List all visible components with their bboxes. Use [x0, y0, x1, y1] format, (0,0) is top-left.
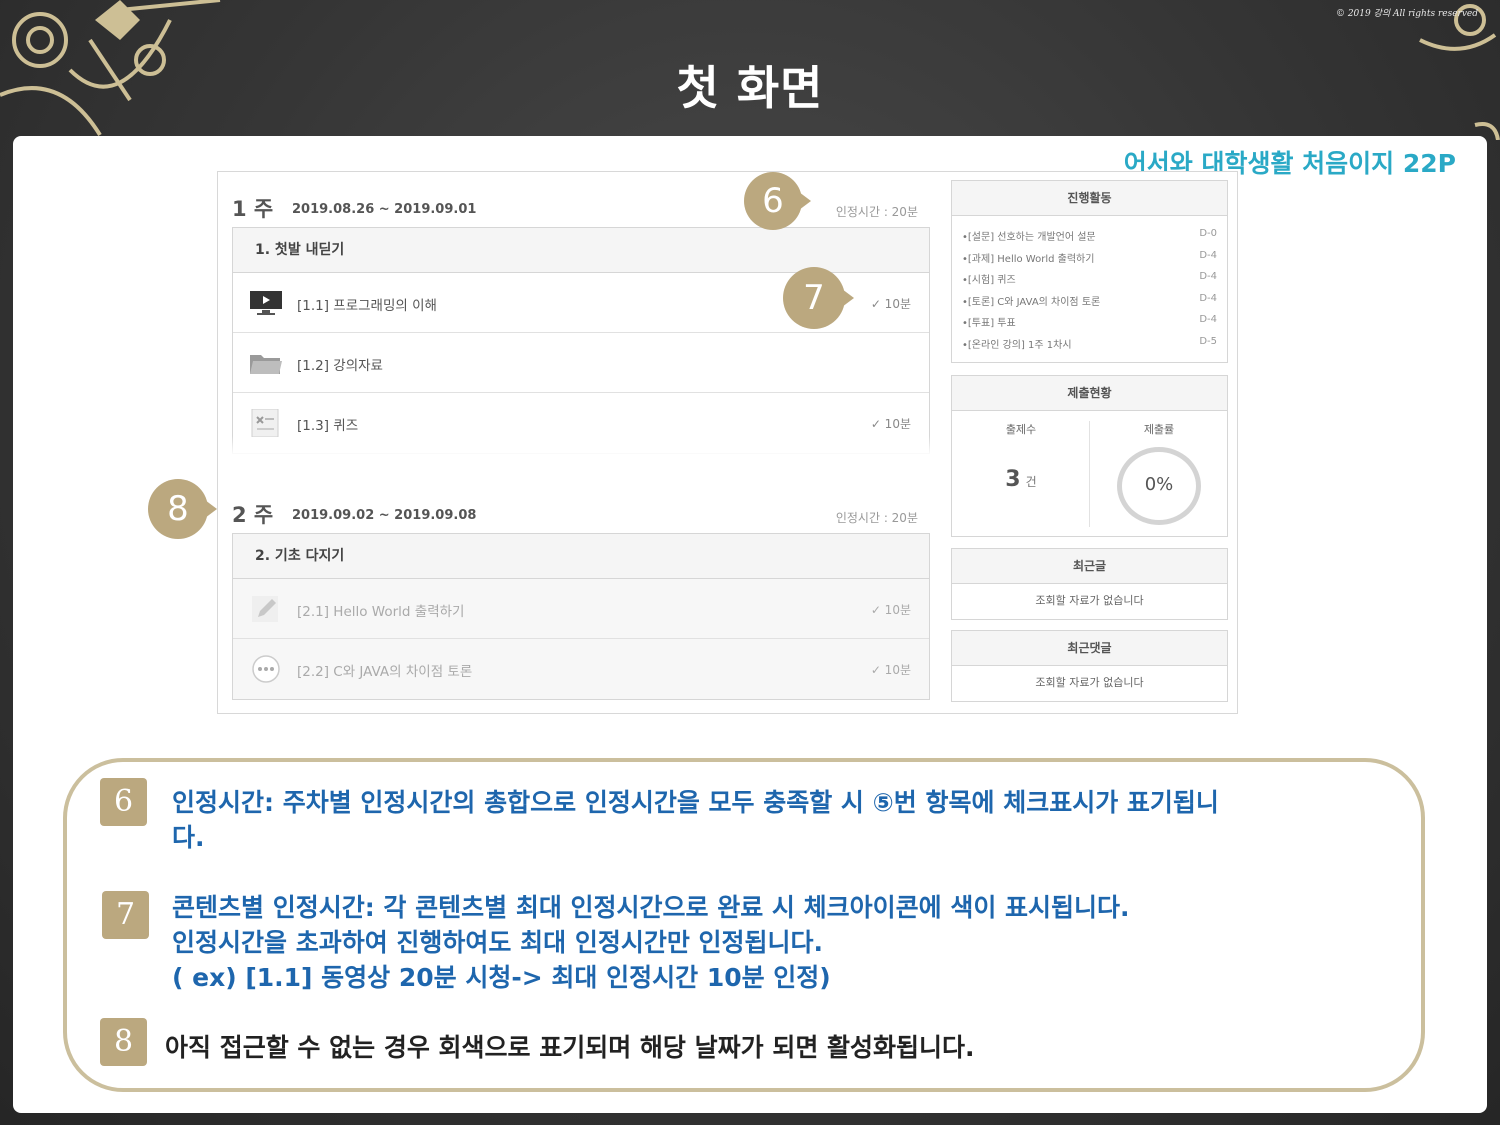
activity-dday: D-5 — [1199, 335, 1217, 347]
submission-title: 제출현황 — [952, 376, 1227, 411]
folder-icon — [250, 355, 282, 374]
activity-text: •[투표] 투표 — [962, 318, 1016, 329]
week-number: 2 주 — [232, 503, 274, 527]
week-1-header: 1 주 2019.08.26 ~ 2019.09.01 인정시간 : 20분 — [232, 193, 932, 227]
discussion-icon — [252, 655, 280, 683]
check-time: ✓ 10분 — [870, 417, 911, 431]
rate-label: 제출률 — [1143, 423, 1175, 436]
week-2-header: 2 주 2019.09.02 ~ 2019.09.08 인정시간 : 20분 — [232, 499, 932, 533]
recent-comments-empty: 조회할 자료가 없습니다 — [1035, 676, 1144, 689]
week-credit-time: 인정시간 : 20분 — [835, 511, 918, 525]
content-label: [1.1] 프로그래밍의 이해 — [297, 298, 437, 314]
week-1-section: 1. 첫발 내딛기 [1.1] 프로그래밍의 이해 ✓ 10분 [1.2] 강의… — [232, 227, 930, 454]
week-dates: 2019.09.02 ~ 2019.09.08 — [292, 508, 477, 523]
monitor-icon — [250, 291, 282, 315]
submission-count-col: 출제수 3 건 — [952, 411, 1090, 536]
recent-comments-title: 최근댓글 — [952, 631, 1227, 666]
content-label: [2.1] Hello World 출력하기 — [297, 604, 465, 620]
activity-text: •[토론] C와 JAVA의 차이점 토론 — [962, 296, 1101, 308]
recent-comments-box: 최근댓글 조회할 자료가 없습니다 — [951, 630, 1228, 702]
count-unit: 건 — [1025, 475, 1037, 489]
content-label: [1.3] 퀴즈 — [297, 418, 359, 434]
activity-dday: D-4 — [1199, 249, 1217, 261]
content-label: [1.2] 강의자료 — [297, 358, 383, 374]
recent-posts-empty: 조회할 자료가 없습니다 — [1035, 594, 1144, 607]
callout-badge-7: 7 — [783, 267, 854, 329]
quiz-icon — [251, 409, 279, 437]
note-number-8: 8 — [100, 1018, 147, 1066]
week-number: 1 주 — [232, 197, 274, 221]
pencil-icon — [252, 596, 278, 622]
recent-posts-box: 최근글 조회할 자료가 없습니다 — [951, 548, 1228, 620]
activity-text: •[온라인 강의] 1주 1차시 — [962, 339, 1072, 351]
content-item-2-1: [2.1] Hello World 출력하기 ✓ 10분 — [233, 579, 929, 639]
note-7-text: 콘텐츠별 인정시간: 각 콘텐츠별 최대 인정시간으로 완료 시 체크아이콘에 … — [172, 893, 1130, 992]
check-time: ✓ 10분 — [870, 297, 911, 311]
activity-text: •[과제] Hello World 출력하기 — [962, 253, 1095, 265]
activity-item[interactable]: •[시험] 퀴즈 D-4 — [962, 267, 1217, 289]
activity-dday: D-4 — [1199, 292, 1217, 304]
activity-item[interactable]: •[토론] C와 JAVA의 차이점 토론 D-4 — [962, 289, 1217, 311]
activity-dday: D-4 — [1199, 314, 1217, 325]
content-label: [2.2] C와 JAVA의 차이점 토론 — [297, 664, 473, 680]
copyright-text: © 2019 강의 All rights reserved — [1335, 9, 1478, 19]
check-time: ✓ 10분 — [870, 603, 911, 617]
activity-text: •[설문] 선호하는 개발언어 설문 — [962, 232, 1096, 243]
note-6-text: 인정시간: 주차별 인정시간의 총합으로 인정시간을 모두 충족할 시 ⑤번 항… — [172, 788, 1219, 852]
activity-box: 진행활동 •[설문] 선호하는 개발언어 설문 D-0 •[과제] Hello W… — [951, 180, 1228, 363]
activity-item[interactable]: •[설문] 선호하는 개발언어 설문 D-0 — [962, 224, 1217, 246]
section-fade — [232, 436, 930, 456]
week-dates: 2019.08.26 ~ 2019.09.01 — [292, 202, 477, 217]
note-8-text: 아직 접근할 수 없는 경우 회색으로 표기되며 해당 날짜가 되면 활성화됩니… — [165, 1033, 975, 1062]
callout-badge-6: 6 — [744, 172, 811, 230]
activity-item[interactable]: •[투표] 투표 D-4 — [962, 310, 1217, 332]
activity-item[interactable]: •[온라인 강의] 1주 1차시 D-5 — [962, 332, 1217, 354]
submission-box: 제출현황 출제수 3 건 제출률 0% — [951, 375, 1228, 537]
activity-dday: D-0 — [1199, 228, 1217, 239]
note-number-6: 6 — [100, 778, 147, 826]
slide-title: 첫 화면 — [676, 61, 824, 115]
note-number-7: 7 — [102, 891, 149, 939]
activity-dday: D-4 — [1199, 271, 1217, 282]
activity-text: •[시험] 퀴즈 — [962, 275, 1016, 286]
activity-item[interactable]: •[과제] Hello World 출력하기 D-4 — [962, 246, 1217, 268]
week-credit-time: 인정시간 : 20분 — [835, 205, 918, 219]
count-value: 3 — [1005, 467, 1021, 492]
recent-posts-title: 최근글 — [952, 549, 1227, 584]
count-label: 출제수 — [1005, 423, 1037, 436]
check-time: ✓ 10분 — [870, 663, 911, 677]
section-title: 1. 첫발 내딛기 — [233, 228, 929, 273]
section-title: 2. 기초 다지기 — [233, 534, 929, 579]
callout-badge-8: 8 — [148, 479, 217, 539]
content-item-2-2: [2.2] C와 JAVA의 차이점 토론 ✓ 10분 — [233, 639, 929, 699]
submission-rate-col: 제출률 0% — [1090, 411, 1228, 536]
activity-title: 진행활동 — [952, 181, 1227, 216]
content-item-1-2[interactable]: [1.2] 강의자료 — [233, 333, 929, 393]
rate-ring: 0% — [1117, 447, 1201, 525]
week-2-section: 2. 기초 다지기 [2.1] Hello World 출력하기 ✓ 10분 [… — [232, 533, 930, 700]
